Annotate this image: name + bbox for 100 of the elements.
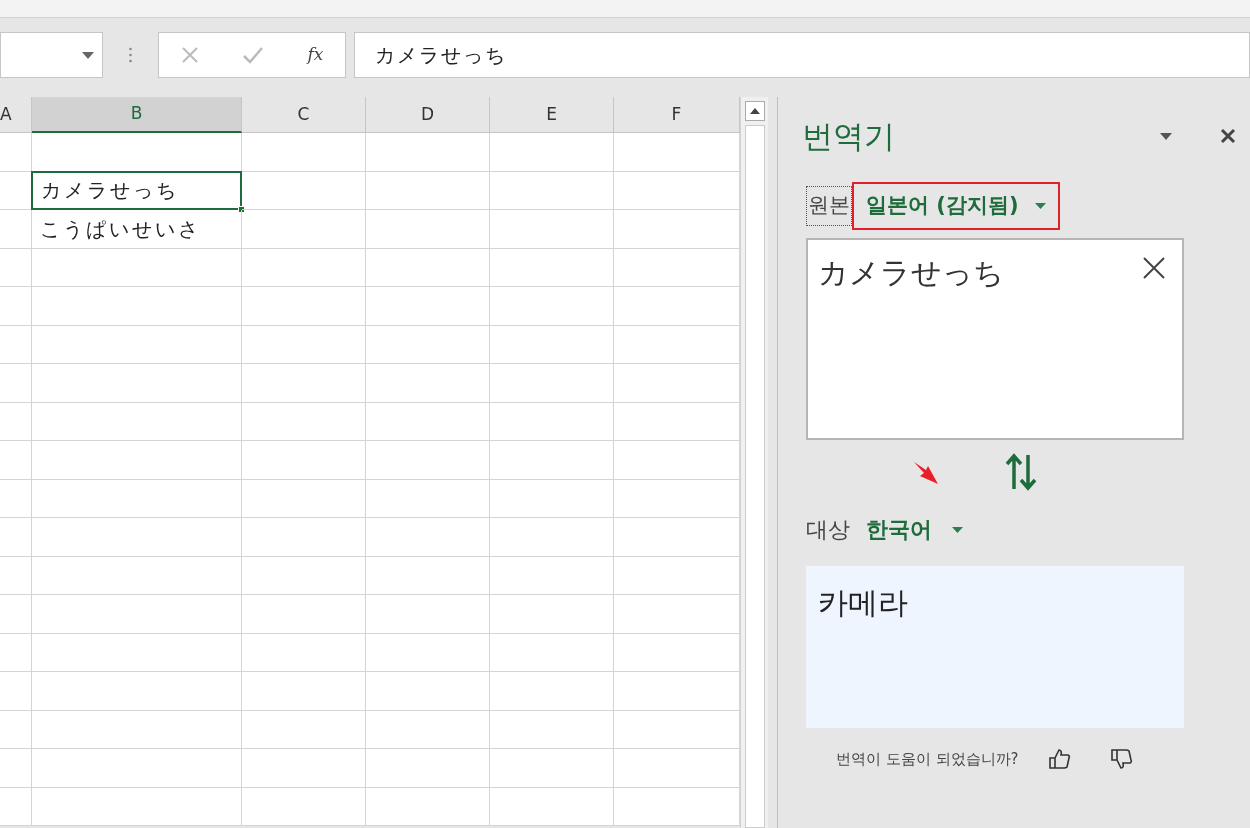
table-cell[interactable]	[242, 402, 366, 441]
table-cell[interactable]	[366, 556, 490, 595]
cancel-icon[interactable]	[180, 46, 199, 64]
table-cell[interactable]	[490, 402, 614, 441]
table-cell[interactable]	[0, 402, 32, 441]
name-box[interactable]	[0, 32, 103, 78]
table-cell[interactable]	[0, 787, 32, 826]
scrollbar-track[interactable]	[744, 125, 765, 828]
column-header[interactable]: B	[32, 97, 242, 133]
table-cell[interactable]	[366, 672, 490, 711]
table-cell[interactable]	[242, 171, 366, 210]
table-cell[interactable]	[32, 325, 242, 364]
table-cell[interactable]	[32, 672, 242, 711]
table-cell[interactable]	[242, 518, 366, 557]
table-cell[interactable]	[32, 287, 242, 326]
table-cell[interactable]	[32, 441, 242, 480]
table-cell[interactable]	[32, 633, 242, 672]
table-cell[interactable]	[0, 633, 32, 672]
fill-handle[interactable]	[238, 206, 245, 213]
check-icon[interactable]	[242, 46, 265, 64]
thumbs-down-icon[interactable]	[1110, 748, 1133, 769]
table-cell[interactable]	[0, 672, 32, 711]
table-cell[interactable]	[32, 595, 242, 634]
table-cell[interactable]	[490, 441, 614, 480]
table-cell[interactable]	[32, 518, 242, 557]
table-cell[interactable]	[0, 518, 32, 557]
table-cell[interactable]	[366, 749, 490, 788]
table-cell[interactable]	[366, 325, 490, 364]
table-cell[interactable]	[242, 672, 366, 711]
formula-input[interactable]: カメラせっち	[354, 32, 1250, 78]
table-cell[interactable]	[32, 787, 242, 826]
close-icon[interactable]	[1220, 128, 1236, 145]
table-cell[interactable]	[366, 248, 490, 287]
table-cell[interactable]	[490, 133, 614, 172]
source-text-box[interactable]: カメラせっち	[806, 237, 1184, 440]
table-cell[interactable]	[490, 287, 614, 326]
table-cell[interactable]	[0, 556, 32, 595]
dropdown-caret-icon[interactable]	[1160, 132, 1172, 140]
table-cell[interactable]	[242, 595, 366, 634]
table-cell[interactable]	[0, 210, 32, 249]
table-cell[interactable]	[242, 133, 366, 172]
table-cell[interactable]	[242, 556, 366, 595]
table-cell[interactable]: こうぱいせいさ	[32, 210, 241, 248]
table-cell[interactable]	[0, 479, 32, 518]
table-cell[interactable]	[32, 248, 242, 287]
table-cell[interactable]	[242, 325, 366, 364]
table-cell[interactable]	[366, 210, 490, 249]
table-cell[interactable]	[242, 633, 366, 672]
thumbs-up-icon[interactable]	[1048, 748, 1071, 769]
table-cell[interactable]	[0, 364, 32, 403]
table-cell[interactable]	[366, 633, 490, 672]
table-cell[interactable]	[490, 595, 614, 634]
table-cell[interactable]	[490, 479, 614, 518]
table-cell[interactable]	[366, 479, 490, 518]
table-cell[interactable]	[490, 248, 614, 287]
table-cell[interactable]	[366, 595, 490, 634]
table-cell[interactable]	[366, 287, 490, 326]
table-cell[interactable]	[0, 248, 32, 287]
table-cell[interactable]	[0, 441, 32, 480]
target-language-dropdown[interactable]: 한국어	[866, 513, 963, 546]
table-cell[interactable]	[242, 210, 366, 249]
table-cell[interactable]	[32, 556, 242, 595]
table-cell[interactable]	[0, 133, 32, 172]
scroll-up-button[interactable]	[744, 101, 765, 121]
table-cell[interactable]	[366, 787, 490, 826]
table-cell[interactable]	[490, 210, 614, 249]
table-cell[interactable]	[490, 364, 614, 403]
table-cell[interactable]	[242, 479, 366, 518]
table-cell[interactable]	[0, 710, 32, 749]
insert-function-button[interactable]: fx	[307, 42, 324, 68]
table-cell[interactable]	[0, 325, 32, 364]
table-cell[interactable]	[242, 710, 366, 749]
table-cell[interactable]	[490, 787, 614, 826]
table-cell[interactable]	[490, 672, 614, 711]
table-cell[interactable]	[32, 710, 242, 749]
table-cell[interactable]	[242, 287, 366, 326]
table-cell[interactable]	[490, 633, 614, 672]
table-cell[interactable]	[32, 479, 242, 518]
table-cell[interactable]	[490, 518, 614, 557]
table-cell[interactable]	[366, 133, 490, 172]
table-cell[interactable]	[242, 441, 366, 480]
table-cell[interactable]	[0, 287, 32, 326]
table-cell[interactable]	[242, 364, 366, 403]
table-cell[interactable]	[32, 749, 242, 788]
source-language-dropdown[interactable]: 일본어 (감지됨)	[852, 181, 1060, 230]
table-cell[interactable]	[366, 441, 490, 480]
table-cell[interactable]	[366, 402, 490, 441]
clear-icon[interactable]	[1142, 255, 1166, 280]
table-cell[interactable]	[490, 325, 614, 364]
table-cell[interactable]	[366, 710, 490, 749]
table-cell[interactable]	[32, 364, 242, 403]
swap-icon[interactable]	[1004, 452, 1038, 491]
table-cell[interactable]	[242, 749, 366, 788]
table-cell[interactable]	[490, 749, 614, 788]
table-cell[interactable]: カメラせっち	[31, 170, 242, 210]
table-cell[interactable]	[366, 171, 490, 210]
table-cell[interactable]	[490, 171, 614, 210]
table-cell[interactable]	[242, 787, 366, 826]
table-cell[interactable]	[0, 595, 32, 634]
table-cell[interactable]	[242, 248, 366, 287]
